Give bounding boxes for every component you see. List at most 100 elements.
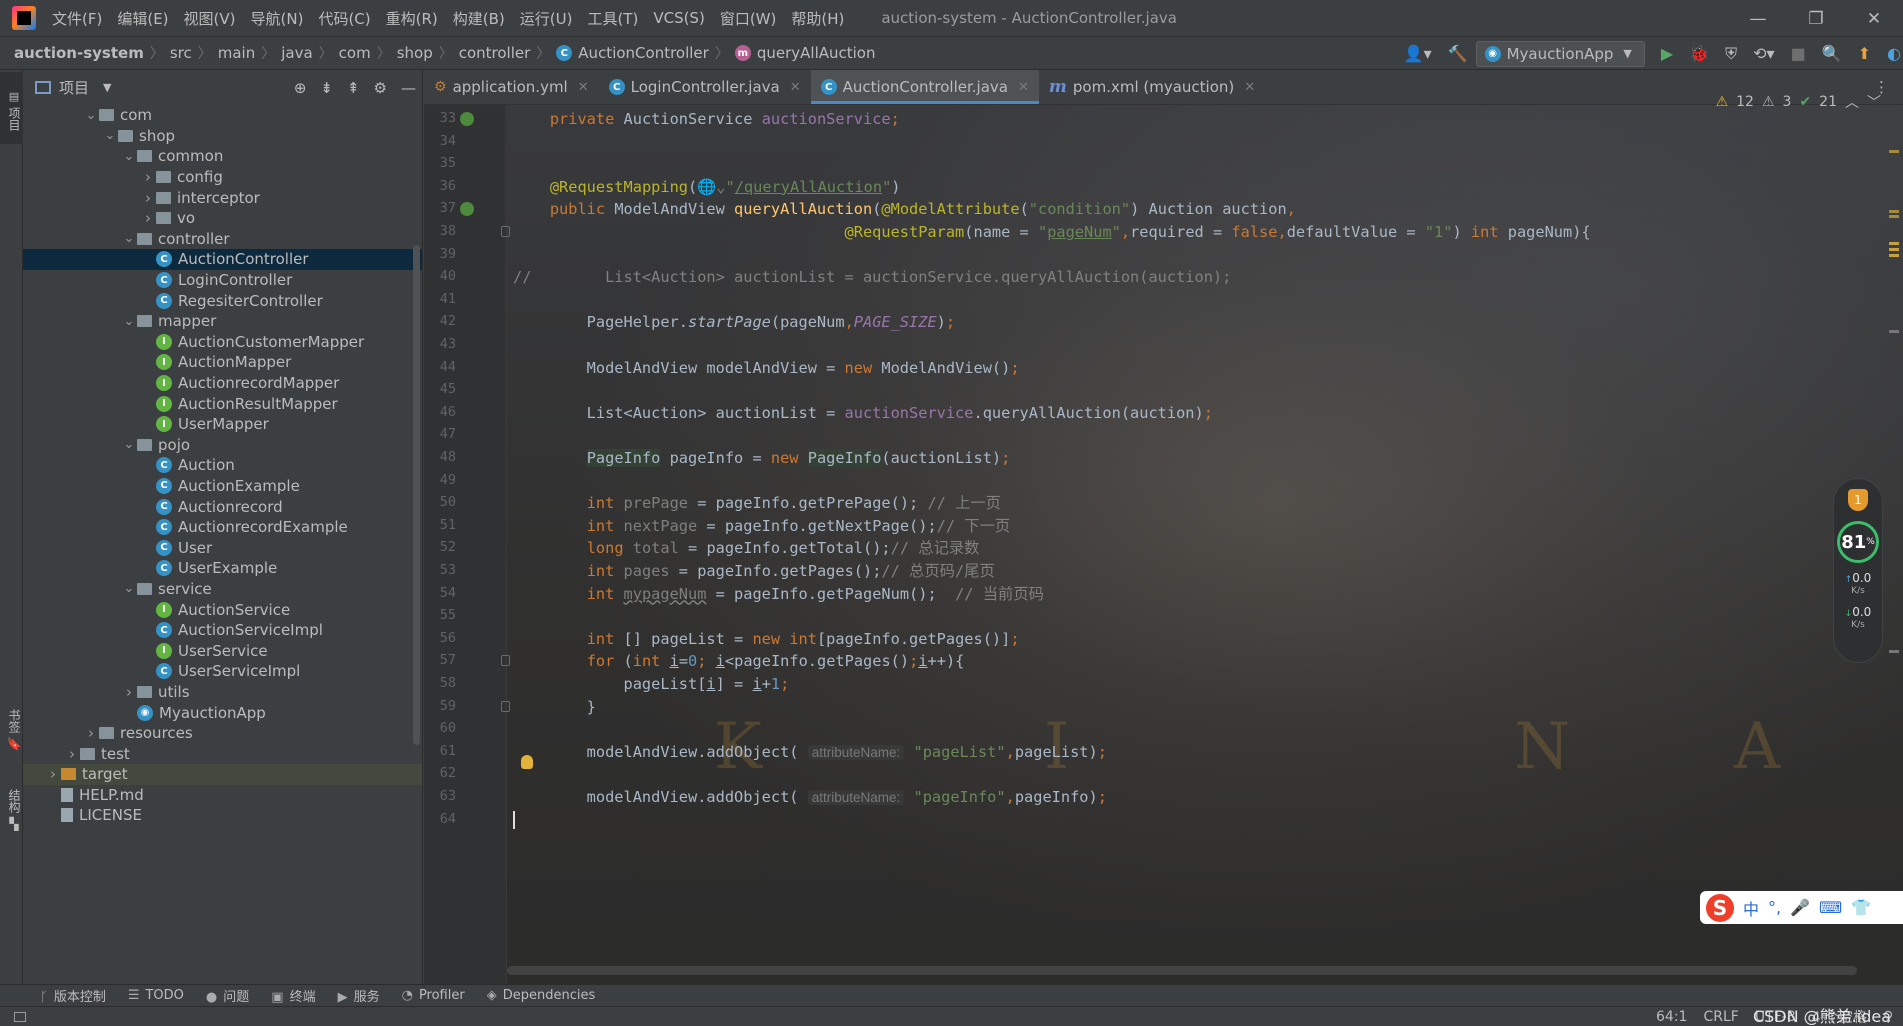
tree-item-mapper[interactable]: ⌄ mapper <box>23 311 422 332</box>
code-line[interactable]: @RequestMapping(🌐⌄"/queryAllAuction") <box>513 176 901 198</box>
skin-icon[interactable]: 👕 <box>1851 898 1871 917</box>
menu-navigate[interactable]: 导航(N) <box>251 8 304 29</box>
menu-code[interactable]: 代码(C) <box>318 8 370 29</box>
code-area[interactable]: private AuctionService auctionService; @… <box>507 105 1877 984</box>
tree-item-pojo[interactable]: ⌄ pojo <box>23 435 422 456</box>
code-line[interactable]: private AuctionService auctionService; <box>513 108 900 130</box>
tree-item-userserviceimpl[interactable]: C UserServiceImpl <box>23 661 422 682</box>
chevron-down-icon[interactable]: ⌄ <box>121 149 137 164</box>
close-tab-icon[interactable]: ✕ <box>578 80 589 95</box>
network-monitor-widget[interactable]: 1 81% ↑0.0 K/s ↓0.0 K/s <box>1833 478 1883 663</box>
tab-logincontroller[interactable]: C LoginController.java ✕ <box>599 70 811 104</box>
code-line[interactable]: PageInfo pageInfo = new PageInfo(auction… <box>513 447 1010 469</box>
code-line[interactable]: List<Auction> auctionList = auctionServi… <box>513 402 1213 424</box>
tool-problems[interactable]: ● 问题 <box>206 986 249 1005</box>
code-line[interactable]: pageList[i] = i+1; <box>513 673 790 695</box>
tree-item-resources[interactable]: › resources <box>23 723 422 744</box>
minimize-icon[interactable]: — <box>1729 9 1787 29</box>
chevron-right-icon[interactable]: › <box>140 209 156 227</box>
project-scrollbar[interactable] <box>413 245 420 745</box>
chevron-down-icon[interactable]: ⌄ <box>121 437 137 452</box>
search-icon[interactable]: 🔍 <box>1822 44 1842 63</box>
tree-item-help-md[interactable]: HELP.md <box>23 785 422 806</box>
code-line[interactable]: } <box>513 696 596 718</box>
tool-dependencies[interactable]: ◈ Dependencies <box>487 988 596 1003</box>
code-line[interactable]: for (int i=0; i<pageInfo.getPages();i++)… <box>513 650 965 672</box>
chevron-down-icon[interactable]: ﹀ <box>1867 92 1881 112</box>
chevron-down-icon[interactable]: ⌄ <box>121 231 137 246</box>
run-icon[interactable]: ▶ <box>1661 44 1673 63</box>
chevron-down-icon[interactable]: ⌄ <box>121 581 137 596</box>
tree-item-userservice[interactable]: I UserService <box>23 640 422 661</box>
caret-position[interactable]: 64:1 <box>1656 1009 1687 1025</box>
project-panel-title[interactable]: 项目 <box>59 77 89 98</box>
tree-item-interceptor[interactable]: › interceptor <box>23 187 422 208</box>
inspection-widget[interactable]: ⚠ 12 ⚠ 3 ✔ 21 ︿ ﹀ <box>1716 92 1881 112</box>
tree-item-userexample[interactable]: C UserExample <box>23 558 422 579</box>
chevron-down-icon[interactable]: ⌄ <box>102 128 118 143</box>
menu-help[interactable]: 帮助(H) <box>791 8 844 29</box>
close-icon[interactable]: ✕ <box>1845 9 1903 29</box>
tool-tab-structure[interactable]: 结构 ▚ <box>0 775 23 845</box>
chevron-down-icon[interactable]: ⌄ <box>121 314 137 329</box>
bean-navigation-icon[interactable] <box>460 202 474 217</box>
sogou-logo-icon[interactable]: S <box>1706 893 1734 922</box>
user-icon[interactable]: 👤▾ <box>1404 44 1432 63</box>
editor-gutter[interactable]: 33 34 35 36 37 38 39 40 41 42 43 44 45 46 47 48 49 50 51 52… <box>424 105 510 984</box>
tree-item-controller[interactable]: ⌄ controller <box>23 229 422 250</box>
tool-tab-project[interactable]: ▤ 项目 <box>0 72 23 144</box>
menu-refactor[interactable]: 重构(R) <box>386 8 438 29</box>
tree-item-myauctionapp[interactable]: ◉ MyauctionApp <box>23 702 422 723</box>
chevron-up-icon[interactable]: ︿ <box>1845 92 1859 112</box>
menu-view[interactable]: 视图(V) <box>184 8 236 29</box>
code-line[interactable]: modelAndView.addObject( attributeName: "… <box>513 741 1107 763</box>
lightbulb-icon[interactable] <box>521 755 533 769</box>
menu-window[interactable]: 窗口(W) <box>720 8 777 29</box>
debug-icon[interactable]: 🐞 <box>1689 44 1709 63</box>
breadcrumb-controller[interactable]: controller <box>459 44 531 62</box>
code-line[interactable]: int nextPage = pageInfo.getNextPage();//… <box>513 515 1011 537</box>
breadcrumb-shop[interactable]: shop <box>397 44 433 62</box>
code-line[interactable]: PageHelper.startPage(pageNum,PAGE_SIZE); <box>513 311 955 333</box>
tree-item-service[interactable]: ⌄ service <box>23 579 422 600</box>
bean-navigation-icon[interactable] <box>460 112 474 126</box>
tree-item-auctionrecord[interactable]: C Auctionrecord <box>23 496 422 517</box>
tool-terminal[interactable]: ▣ 终端 <box>271 986 315 1005</box>
editor-error-stripe[interactable] <box>1889 130 1899 950</box>
tree-item-vo[interactable]: › vo <box>23 208 422 229</box>
tree-item-auctionrecordmapper[interactable]: I AuctionrecordMapper <box>23 373 422 394</box>
chevron-right-icon[interactable]: › <box>83 724 99 742</box>
tool-services[interactable]: ▶ 服务 <box>338 986 380 1005</box>
code-line[interactable]: int prePage = pageInfo.getPrePage(); // … <box>513 492 1001 514</box>
build-hammer-icon[interactable]: 🔨 <box>1448 44 1468 63</box>
expand-all-icon[interactable]: ⇟ <box>320 79 333 97</box>
code-line[interactable]: long total = pageInfo.getTotal();// 总记录数 <box>513 537 980 559</box>
tree-item-auctionservice[interactable]: I AuctionService <box>23 599 422 620</box>
code-line[interactable]: int [] pageList = new int[pageInfo.getPa… <box>513 628 1020 650</box>
gear-icon[interactable]: ⚙ <box>374 79 387 97</box>
tree-item-utils[interactable]: › utils <box>23 682 422 703</box>
tree-item-auctioncustomermapper[interactable]: I AuctionCustomerMapper <box>23 332 422 353</box>
tool-version-control[interactable]: ᚴ 版本控制 <box>40 986 106 1005</box>
menu-edit[interactable]: 编辑(E) <box>117 8 168 29</box>
breadcrumb-method[interactable]: queryAllAuction <box>757 44 876 62</box>
tree-item-com[interactable]: ⌄ com <box>23 105 422 126</box>
microphone-icon[interactable]: 🎤 <box>1790 898 1810 917</box>
line-separator[interactable]: CRLF <box>1703 1009 1738 1025</box>
keyboard-icon[interactable]: ⌨ <box>1819 898 1842 917</box>
breadcrumb-class[interactable]: AuctionController <box>578 44 709 62</box>
breadcrumb-project[interactable]: auction-system <box>14 44 144 62</box>
tree-item-config[interactable]: › config <box>23 167 422 188</box>
tree-item-usermapper[interactable]: I UserMapper <box>23 414 422 435</box>
ime-punctuation[interactable]: °, <box>1768 898 1781 917</box>
code-line[interactable]: @RequestParam(name = "pageNum",required … <box>513 221 1591 243</box>
chevron-right-icon[interactable]: › <box>45 765 61 783</box>
hide-icon[interactable]: — <box>401 79 416 97</box>
ime-mode-chinese[interactable]: 中 <box>1743 896 1759 920</box>
code-line[interactable]: // List<Auction> auctionList = auctionSe… <box>513 266 1231 288</box>
update-icon[interactable]: ⬆ <box>1858 44 1871 63</box>
tree-item-auctionserviceimpl[interactable]: C AuctionServiceImpl <box>23 620 422 641</box>
chevron-right-icon[interactable]: › <box>121 683 137 701</box>
tree-item-auction[interactable]: C Auction <box>23 455 422 476</box>
chevron-right-icon[interactable]: › <box>64 745 80 763</box>
